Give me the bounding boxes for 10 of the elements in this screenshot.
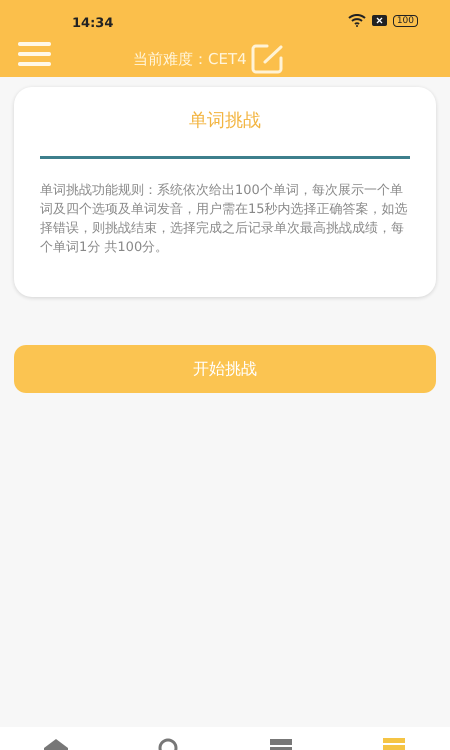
sim-icon xyxy=(372,15,387,26)
difficulty-label: 当前难度： xyxy=(133,48,208,70)
battery-level: 100 xyxy=(392,14,418,26)
difficulty-value: CET4 xyxy=(208,48,247,70)
rules-text: 单词挑战功能规则：系统依次给出100个单词，每次展示一个单词及四个选项及单词发音，用户需在15秒内选择正确答案，如选择错误，则挑战结束，选择完成之后记录单次最高挑战成绩，每个单词1分 共100分。 xyxy=(40,182,409,257)
start-button[interactable]: 开始挑战 xyxy=(14,345,436,393)
status-time: 14:34 xyxy=(72,15,114,33)
home-icon[interactable] xyxy=(42,737,70,750)
card-title: 单词挑战 xyxy=(188,109,262,133)
wifi-icon xyxy=(348,14,366,27)
